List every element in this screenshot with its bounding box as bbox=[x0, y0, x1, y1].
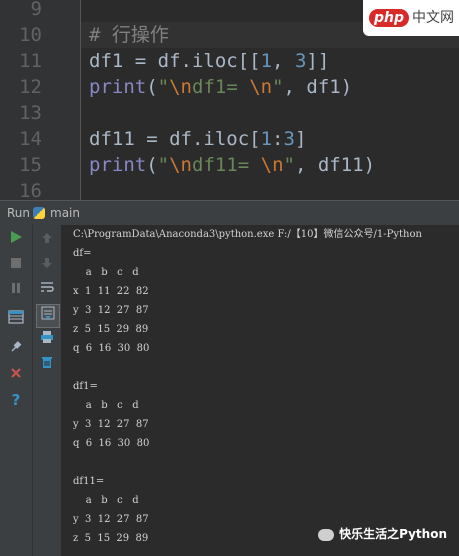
wechat-watermark: 快乐生活之Python bbox=[318, 525, 447, 542]
code-line-10[interactable]: # 行操作 bbox=[89, 22, 169, 48]
line-number-gutter: 9 10 11 12 13 14 15 16 bbox=[0, 0, 81, 200]
run-label: Run bbox=[7, 206, 31, 220]
number: 1 bbox=[260, 50, 273, 72]
console-line: a b c d bbox=[73, 267, 139, 278]
site-name: 中文网 bbox=[412, 10, 455, 26]
console-line: x 1 11 22 82 bbox=[73, 286, 149, 297]
code-text: ] bbox=[294, 128, 307, 150]
soft-wrap-icon[interactable] bbox=[36, 279, 58, 301]
code-text: , bbox=[272, 50, 295, 72]
console-line: df= bbox=[73, 248, 92, 259]
builtin-function: print bbox=[89, 76, 147, 98]
console-command-line: C:\ProgramData\Anaconda3\python.exe F:/【… bbox=[73, 229, 422, 240]
console-line: y 3 12 27 87 bbox=[73, 419, 149, 430]
line-number: 12 bbox=[19, 76, 42, 98]
console-line: z 5 15 29 89 bbox=[73, 533, 149, 544]
wechat-icon bbox=[318, 528, 335, 541]
pin-icon[interactable] bbox=[5, 339, 27, 361]
line-number: 15 bbox=[19, 154, 42, 176]
escape-sequence: \n bbox=[249, 76, 273, 98]
up-arrow-icon[interactable] bbox=[36, 229, 58, 251]
scroll-end-icon[interactable] bbox=[36, 304, 60, 328]
line-number: 9 bbox=[30, 0, 42, 20]
builtin-function: print bbox=[89, 154, 147, 176]
code-line-12[interactable]: print("\ndf1= \n", df1) bbox=[89, 74, 352, 100]
code-text: ( bbox=[146, 76, 158, 98]
code-text: ]] bbox=[306, 50, 330, 72]
code-line-15[interactable]: print("\ndf11= \n", df11) bbox=[89, 152, 375, 178]
escape-sequence: \n bbox=[260, 154, 284, 176]
line-number: 16 bbox=[19, 180, 42, 200]
number: 1 bbox=[260, 128, 273, 150]
pause-icon[interactable] bbox=[5, 279, 27, 301]
help-icon[interactable]: ? bbox=[5, 389, 27, 411]
code-text: df1 = df.iloc[[ bbox=[89, 50, 261, 72]
escape-sequence: \n bbox=[169, 76, 192, 98]
line-number: 13 bbox=[19, 102, 42, 124]
string: " bbox=[157, 76, 170, 98]
php-logo: php bbox=[369, 9, 410, 27]
console-line: y 3 12 27 87 bbox=[73, 514, 149, 525]
number: 3 bbox=[294, 50, 307, 72]
trash-icon[interactable] bbox=[36, 354, 58, 376]
string: df1= bbox=[192, 76, 250, 98]
php-cn-watermark-logo: php 中文网 bbox=[363, 0, 459, 36]
stop-icon[interactable] bbox=[5, 254, 27, 276]
string: df11= bbox=[192, 154, 261, 176]
string: " bbox=[272, 76, 284, 98]
number: 3 bbox=[283, 128, 295, 150]
watermark-text: 快乐生活之Python bbox=[339, 527, 447, 541]
console-line: a b c d bbox=[73, 495, 139, 506]
console-line: q 6 16 30 80 bbox=[73, 438, 150, 449]
comment: # 行操作 bbox=[89, 24, 169, 46]
print-icon[interactable] bbox=[36, 329, 58, 351]
console-line: a b c d bbox=[73, 400, 139, 411]
down-arrow-icon[interactable] bbox=[36, 254, 58, 276]
string: " bbox=[157, 154, 170, 176]
console-line: z 5 15 29 89 bbox=[73, 324, 149, 335]
run-config-tab[interactable]: main bbox=[50, 201, 80, 225]
code-text: : bbox=[272, 128, 284, 150]
code-text: , df11) bbox=[294, 154, 376, 176]
run-console-output[interactable]: C:\ProgramData\Anaconda3\python.exe F:/【… bbox=[62, 225, 459, 556]
line-number: 11 bbox=[19, 50, 42, 72]
code-line-11[interactable]: df1 = df.iloc[[1, 3]] bbox=[89, 48, 329, 74]
run-tool-window-header: Run main bbox=[0, 200, 459, 226]
code-text: ( bbox=[146, 154, 158, 176]
console-line: y 3 12 27 87 bbox=[73, 305, 149, 316]
escape-sequence: \n bbox=[169, 154, 192, 176]
line-number: 10 bbox=[19, 24, 42, 46]
line-number: 14 bbox=[19, 128, 42, 150]
console-line: q 6 16 30 80 bbox=[73, 343, 150, 354]
console-line: df11= bbox=[73, 476, 105, 487]
code-line-14[interactable]: df11 = df.iloc[1:3] bbox=[89, 126, 306, 152]
run-toolbar-left: ? bbox=[0, 225, 33, 556]
close-icon[interactable] bbox=[5, 364, 27, 386]
run-toolbar-right bbox=[33, 225, 62, 556]
console-line: df1= bbox=[73, 381, 98, 392]
python-icon bbox=[33, 207, 45, 219]
string: " bbox=[283, 154, 295, 176]
layout-icon[interactable] bbox=[5, 309, 27, 331]
run-icon[interactable] bbox=[5, 229, 27, 251]
code-editor[interactable]: 9 10 11 12 13 14 15 16 # 行操作 df1 = df.il… bbox=[0, 0, 459, 200]
code-text: , df1) bbox=[283, 76, 353, 98]
code-text: df11 = df.iloc[ bbox=[89, 128, 261, 150]
